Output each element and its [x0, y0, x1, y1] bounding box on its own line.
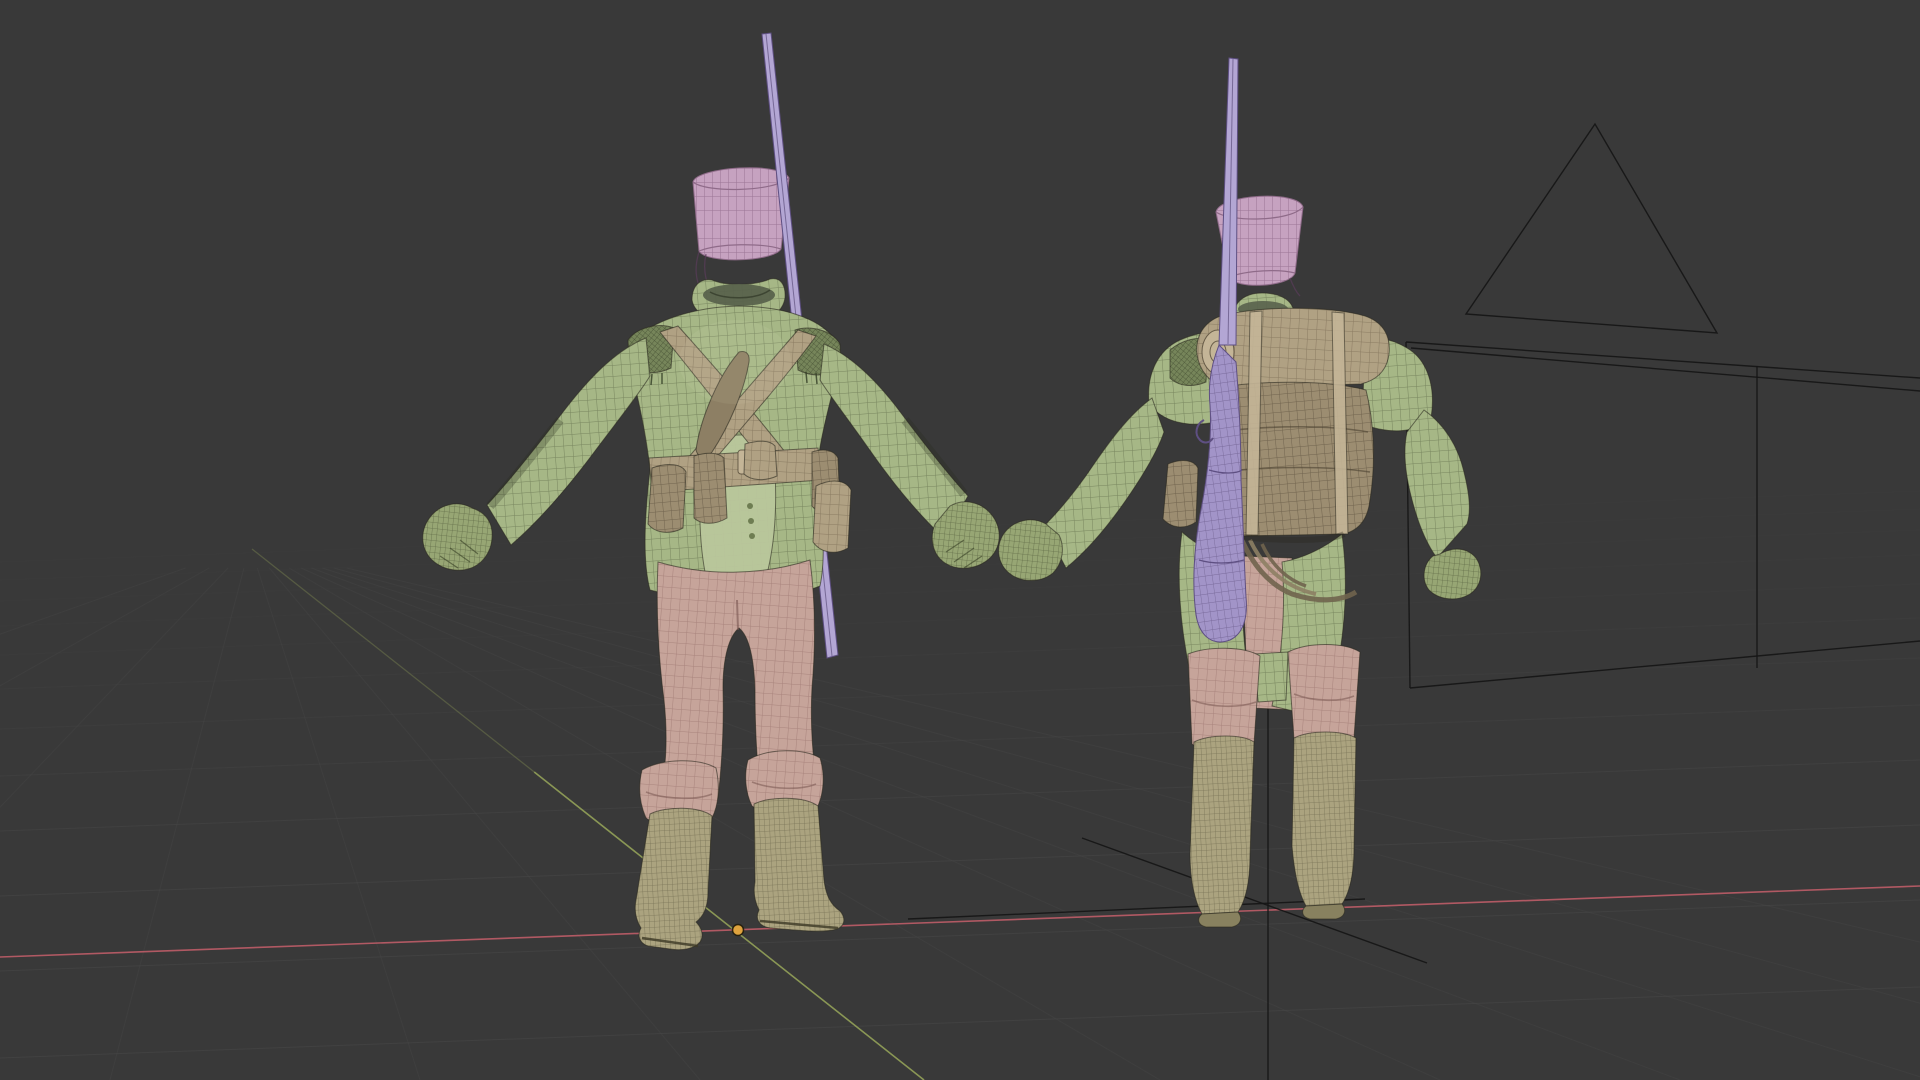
back-hip-pouch[interactable] [1163, 461, 1198, 528]
front-chest-highlight [679, 320, 791, 404]
origin-marker[interactable] [733, 925, 744, 936]
viewport-3d[interactable] [0, 0, 1920, 1080]
object-origin-dot[interactable] [733, 925, 744, 936]
